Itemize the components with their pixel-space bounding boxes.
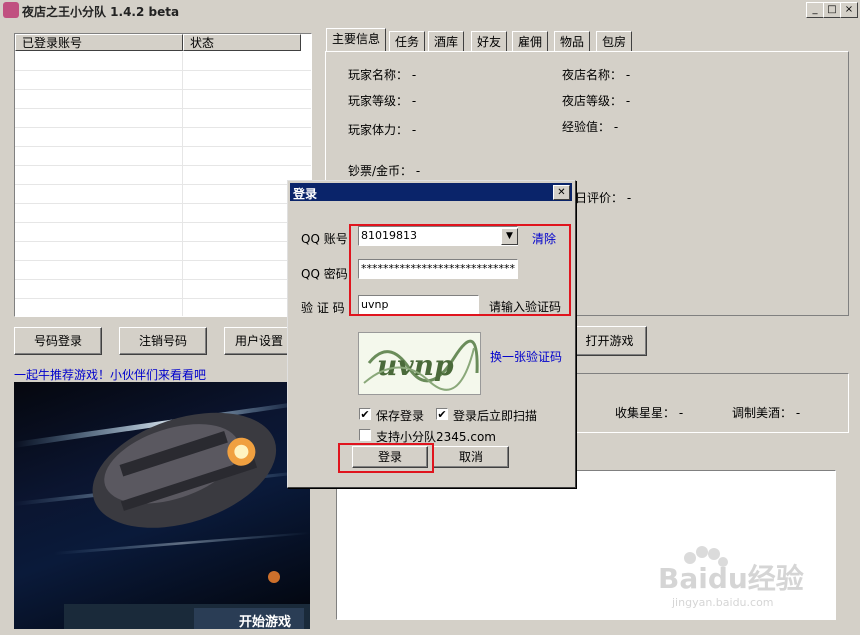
baidu-watermark: Baidu经验 jingyan.baidu.com [650, 540, 820, 610]
qq-password-label: QQ 密码 [301, 267, 348, 281]
account-list[interactable]: 已登录账号 状态 [14, 33, 312, 317]
list-row-line [15, 165, 311, 166]
code-login-button[interactable]: 号码登录 [14, 327, 102, 355]
support-team-label: 支持小分队2345.com [376, 430, 496, 444]
recommend-games-link[interactable]: 一起牛推荐游戏！小伙伴们来看看吧 [14, 366, 206, 383]
player-stamina-label: 玩家体力： - [348, 123, 417, 137]
tab-items[interactable]: 物品 [554, 31, 591, 51]
list-row-line [15, 279, 311, 280]
captcha-label: 验 证 码 [301, 301, 345, 315]
captcha-image: uvnp [358, 332, 481, 395]
tab-rooms[interactable]: 包房 [596, 31, 633, 51]
qq-account-label: QQ 账号 [301, 232, 348, 246]
window-title: 夜店之王小分队 1.4.2 beta [22, 5, 180, 19]
cancel-button[interactable]: 取消 [433, 446, 509, 468]
list-row-line [15, 89, 311, 90]
refresh-captcha-link[interactable]: 换一张验证码 [490, 348, 562, 365]
player-level-label: 玩家等级： - [348, 94, 417, 108]
minimize-button[interactable]: _ [806, 2, 824, 18]
maximize-button[interactable]: □ [823, 2, 841, 18]
list-row-line [15, 241, 311, 242]
tab-friends[interactable]: 好友 [471, 31, 508, 51]
qq-account-combobox[interactable]: 81019813 [358, 226, 518, 246]
captcha-input[interactable]: uvnp [358, 295, 479, 315]
save-login-label: 保存登录 [376, 409, 425, 423]
captcha-image-text: uvnp [377, 349, 454, 382]
collect-stars-label: 收集星星： - [615, 406, 684, 420]
exp-label: 经验值： - [562, 120, 619, 134]
tab-hire[interactable]: 雇佣 [512, 31, 549, 51]
club-level-label: 夜店等级： - [562, 94, 631, 108]
tab-wine-cellar[interactable]: 酒库 [428, 31, 465, 51]
cash-gold-label: 钞票/金币： - [348, 164, 421, 178]
login-dialog: 登录 ✕ QQ 账号 81019813 ▼ 清除 QQ 密码 *********… [287, 180, 576, 488]
user-settings-button[interactable]: 用户设置 [224, 327, 294, 355]
qq-account-value: 81019813 [361, 229, 417, 242]
list-row-line [15, 127, 311, 128]
club-name-label: 夜店名称： - [562, 68, 631, 82]
dialog-title: 登录 [293, 187, 318, 201]
qq-password-field[interactable]: **************************** [358, 259, 518, 279]
tab-tasks[interactable]: 任务 [389, 31, 426, 51]
list-row-line [15, 70, 311, 71]
column-header-status[interactable]: 状态 [183, 34, 301, 51]
player-name-label: 玩家名称： - [348, 68, 417, 82]
list-row-line [15, 222, 311, 223]
scan-after-login-checkbox[interactable]: ✔ [436, 408, 448, 420]
list-row-line [15, 298, 311, 299]
close-button[interactable]: × [840, 2, 858, 18]
daily-rating-label: 日评价： - [575, 191, 632, 205]
start-game-banner-text: 开始游戏 [239, 614, 291, 629]
save-login-checkbox[interactable]: ✔ [359, 408, 371, 420]
app-icon [3, 2, 19, 18]
game-ad-banner[interactable]: 开始游戏 [14, 382, 310, 629]
dialog-close-icon[interactable]: ✕ [553, 185, 570, 200]
list-row-line [15, 260, 311, 261]
list-row-line [15, 184, 311, 185]
list-row-line [15, 146, 311, 147]
list-row-line [15, 108, 311, 109]
support-team-checkbox[interactable] [359, 429, 371, 441]
list-row-line [15, 203, 311, 204]
login-button[interactable]: 登录 [352, 446, 428, 468]
captcha-hint: 请输入验证码 [489, 300, 562, 314]
brew-wine-label: 调制美酒： - [732, 406, 801, 420]
column-header-account[interactable]: 已登录账号 [15, 34, 183, 51]
dialog-title-bar[interactable]: 登录 ✕ [290, 183, 572, 201]
clear-link[interactable]: 清除 [532, 230, 556, 247]
logout-button[interactable]: 注销号码 [119, 327, 207, 355]
chevron-down-icon[interactable]: ▼ [501, 228, 518, 245]
scan-after-login-label: 登录后立即扫描 [453, 409, 538, 423]
title-bar: 夜店之王小分队 1.4.2 beta _ □ × [0, 0, 860, 20]
tab-main-info[interactable]: 主要信息 [326, 28, 387, 52]
watermark-url: jingyan.baidu.com [671, 596, 774, 609]
watermark-brand: Baidu经验 [658, 562, 804, 595]
spaceship-illustration: 开始游戏 [14, 400, 310, 629]
